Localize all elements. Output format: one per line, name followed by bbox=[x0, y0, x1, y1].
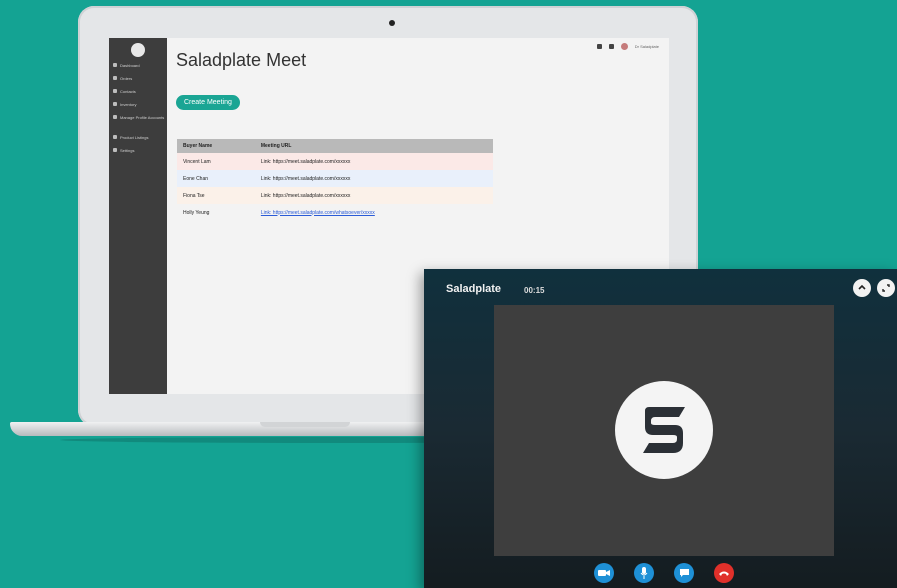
buyer-name-cell: Holly Yeung bbox=[177, 204, 255, 221]
inventory-icon bbox=[113, 102, 117, 106]
profile-icon bbox=[113, 115, 117, 119]
hang-up-icon[interactable] bbox=[714, 563, 734, 583]
meetings-table: Buyer Name Meeting URL Vincent Lam Link:… bbox=[177, 139, 493, 221]
table-row: Fiona Tse Link: https://meet.saladplate.… bbox=[177, 187, 493, 204]
sidebar: Dashboard Orders Contacts Inventory Mana… bbox=[109, 38, 167, 394]
sidebar-item-dashboard[interactable]: Dashboard bbox=[113, 60, 140, 70]
sidebar-item-label: Dashboard bbox=[120, 62, 140, 68]
column-header-url: Meeting URL bbox=[254, 139, 493, 153]
sidebar-item-label: Settings bbox=[120, 147, 135, 153]
create-meeting-button[interactable]: Create Meeting bbox=[176, 95, 240, 110]
saladplate-logo-icon bbox=[615, 381, 713, 479]
contacts-icon bbox=[113, 89, 117, 93]
user-name[interactable]: Dr Saladplate bbox=[635, 44, 659, 49]
sidebar-item-contacts[interactable]: Contacts bbox=[113, 86, 136, 96]
orders-icon bbox=[113, 76, 117, 80]
buyer-name-cell: Fiona Tse bbox=[177, 187, 255, 204]
settings-icon bbox=[113, 148, 117, 152]
meeting-url-cell[interactable]: Link: https://meet.saladplate.com/xxxxxx bbox=[254, 170, 493, 187]
sidebar-item-label: Orders bbox=[120, 75, 133, 81]
meeting-url-cell[interactable]: Link: https://meet.saladplate.com/xxxxxx bbox=[254, 187, 493, 204]
home-icon[interactable] bbox=[596, 44, 602, 49]
video-call-window: Saladplate 00:15 bbox=[424, 269, 897, 588]
call-title: Saladplate bbox=[446, 283, 502, 295]
buyer-name-cell: Eone Chan bbox=[177, 170, 255, 187]
table-header-row: Buyer Name Meeting URL bbox=[177, 139, 493, 153]
notification-icon[interactable] bbox=[608, 44, 614, 49]
sidebar-item-product-listings[interactable]: Product Listings bbox=[113, 132, 148, 142]
sidebar-item-orders[interactable]: Orders bbox=[113, 73, 132, 83]
video-area bbox=[494, 305, 834, 556]
laptop-camera bbox=[389, 20, 395, 26]
column-header-buyer: Buyer Name bbox=[177, 139, 255, 153]
table-row: Eone Chan Link: https://meet.saladplate.… bbox=[177, 170, 493, 187]
fullscreen-icon[interactable] bbox=[877, 279, 895, 297]
laptop-notch bbox=[260, 422, 350, 427]
app-logo-icon[interactable] bbox=[131, 43, 145, 57]
page-title: Saladplate Meet bbox=[176, 50, 307, 70]
sidebar-item-label: Inventory bbox=[120, 101, 137, 107]
table-row: Holly Yeung Link: https://meet.saladplat… bbox=[177, 204, 493, 221]
camera-icon[interactable] bbox=[594, 563, 614, 583]
microphone-icon[interactable] bbox=[634, 563, 654, 583]
avatar[interactable] bbox=[620, 43, 628, 50]
product-icon bbox=[113, 135, 117, 139]
sidebar-item-label: Contacts bbox=[120, 88, 136, 94]
meeting-url-cell[interactable]: Link: https://meet.saladplate.com/xxxxxx bbox=[254, 153, 493, 170]
sidebar-item-label: Product Listings bbox=[120, 134, 149, 140]
minimize-icon[interactable] bbox=[853, 279, 871, 297]
sidebar-item-label: Manage Profile Accounts bbox=[120, 114, 165, 120]
meeting-url-link[interactable]: Link: https://meet.saladplate.com/whatso… bbox=[254, 204, 493, 221]
sidebar-item-inventory[interactable]: Inventory bbox=[113, 99, 136, 109]
table-row: Vincent Lam Link: https://meet.saladplat… bbox=[177, 153, 493, 170]
sidebar-item-settings[interactable]: Settings bbox=[113, 145, 134, 155]
buyer-name-cell: Vincent Lam bbox=[177, 153, 255, 170]
call-timer: 00:15 bbox=[524, 286, 545, 295]
topbar: Dr Saladplate bbox=[596, 43, 659, 50]
sidebar-item-manage-profile[interactable]: Manage Profile Accounts bbox=[113, 112, 165, 122]
dashboard-icon bbox=[113, 63, 117, 67]
chat-icon[interactable] bbox=[674, 563, 694, 583]
